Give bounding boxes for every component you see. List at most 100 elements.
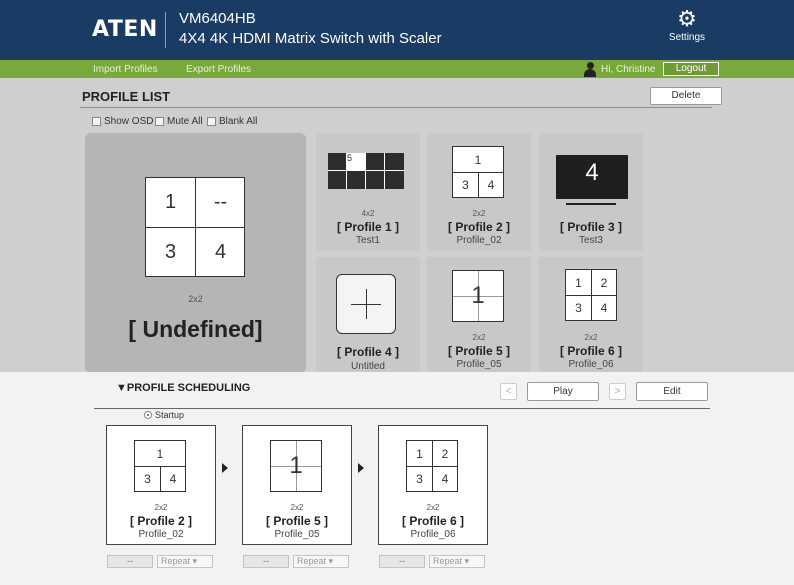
screen-cell: 4 bbox=[585, 159, 599, 186]
blank-all-option[interactable]: Blank All bbox=[207, 116, 257, 127]
startup-option[interactable]: Startup bbox=[144, 410, 184, 420]
repeat-value: Repeat bbox=[297, 556, 327, 566]
blank-all-checkbox[interactable] bbox=[207, 117, 216, 126]
aten-logo: ATEN bbox=[92, 17, 158, 42]
logout-button[interactable]: Logout bbox=[663, 62, 719, 76]
screen-cell: 4 bbox=[600, 301, 608, 315]
device-description: 4X4 4K HDMI Matrix Switch with Scaler bbox=[179, 30, 442, 47]
duration-input[interactable]: -- bbox=[243, 555, 289, 568]
profile-label: Profile_06 bbox=[568, 359, 614, 370]
next-button[interactable]: > bbox=[609, 383, 626, 400]
scheduling-title[interactable]: ▼PROFILE SCHEDULING bbox=[116, 382, 250, 394]
screen-cell: 3 bbox=[575, 301, 582, 315]
layout-size: 2x2 bbox=[472, 209, 486, 218]
layout-preview: 1 bbox=[270, 440, 322, 492]
profile-name: [ Profile 1 ] bbox=[336, 220, 399, 234]
profile-label: Profile_05 bbox=[456, 359, 502, 370]
repeat-value: Repeat bbox=[433, 556, 463, 566]
profile-card-3[interactable]: 4 [ Profile 3 ] Test3 bbox=[539, 133, 643, 251]
profile-name: [ Profile 6 ] bbox=[559, 344, 622, 358]
schedule-card[interactable]: 1 2 3 4 2x2 [ Profile 6 ] Profile_06 bbox=[378, 425, 488, 545]
header-divider bbox=[165, 12, 166, 48]
export-profiles-link[interactable]: Export Profiles bbox=[186, 64, 251, 75]
show-osd-option[interactable]: Show OSD bbox=[92, 116, 153, 127]
delete-button[interactable]: Delete bbox=[650, 87, 722, 105]
show-osd-checkbox[interactable] bbox=[92, 117, 101, 126]
add-profile-icon bbox=[336, 274, 396, 334]
screen-cell: 3 bbox=[462, 178, 469, 192]
settings-label: Settings bbox=[668, 32, 706, 43]
profile-name: [ Profile 3 ] bbox=[559, 220, 622, 234]
profile-name: [ Profile 2 ] bbox=[447, 220, 510, 234]
profile-label: Profile_02 bbox=[456, 235, 502, 246]
profile-name: [ Profile 2 ] bbox=[129, 514, 192, 528]
chevron-down-icon: ▾ bbox=[464, 556, 470, 566]
duration-input[interactable]: -- bbox=[379, 555, 425, 568]
prev-button[interactable]: < bbox=[500, 383, 517, 400]
layout-preview: 5 bbox=[328, 153, 404, 189]
layout-preview: 1 2 3 4 bbox=[565, 269, 617, 321]
layout-size: 2x2 bbox=[188, 294, 203, 304]
schedule-card[interactable]: 1 3 4 2x2 [ Profile 2 ] Profile_02 bbox=[106, 425, 216, 545]
profile-name: [ Profile 5 ] bbox=[447, 344, 510, 358]
repeat-select[interactable]: Repeat ▾ bbox=[157, 555, 213, 568]
screen-cell: 1 bbox=[575, 275, 582, 290]
selected-profile-name: [ Undefined] bbox=[128, 316, 263, 342]
profile-label: Test3 bbox=[579, 235, 603, 246]
profile-name: [ Profile 4 ] bbox=[336, 345, 399, 359]
layout-size: 2x2 bbox=[154, 503, 168, 512]
mute-all-checkbox[interactable] bbox=[155, 117, 164, 126]
scheduling-divider bbox=[94, 408, 710, 409]
screen-cell: 3 bbox=[164, 241, 177, 263]
profile-card-5[interactable]: 1 2x2 [ Profile 5 ] Profile_05 bbox=[427, 257, 531, 372]
layout-size: 2x2 bbox=[472, 333, 486, 342]
show-osd-label: Show OSD bbox=[104, 116, 154, 127]
repeat-value: Repeat bbox=[161, 556, 191, 566]
screen-cell: 1 bbox=[164, 191, 177, 213]
top-header: ATEN VM6404HB 4X4 4K HDMI Matrix Switch … bbox=[0, 0, 794, 60]
screen-cell: 2 bbox=[600, 275, 608, 290]
layout-preview: 1 -- 3 4 bbox=[145, 177, 245, 277]
screen-cell: 4 bbox=[441, 472, 449, 486]
profile-card-6[interactable]: 1 2 3 4 2x2 [ Profile 6 ] Profile_06 bbox=[539, 257, 643, 372]
device-model: VM6404HB bbox=[179, 10, 256, 27]
screen-cell: 1 bbox=[471, 282, 485, 309]
layout-size: 2x2 bbox=[584, 333, 598, 342]
mute-all-label: Mute All bbox=[167, 116, 203, 127]
selected-profile-card[interactable]: 1 -- 3 4 2x2 [ Undefined] bbox=[85, 133, 306, 373]
duration-input[interactable]: -- bbox=[107, 555, 153, 568]
startup-radio[interactable] bbox=[144, 411, 152, 419]
profile-card-2[interactable]: 1 3 4 2x2 [ Profile 2 ] Profile_02 bbox=[427, 133, 531, 251]
profile-card-4[interactable]: [ Profile 4 ] Untitled bbox=[316, 257, 420, 372]
layout-preview: 1 2 3 4 bbox=[406, 440, 458, 492]
edit-button[interactable]: Edit bbox=[636, 382, 708, 401]
schedule-card[interactable]: 1 2x2 [ Profile 5 ] Profile_05 bbox=[242, 425, 352, 545]
screen-cell: 1 bbox=[289, 452, 303, 479]
sequence-arrow-icon bbox=[222, 463, 228, 473]
chevron-down-icon: ▾ bbox=[328, 556, 334, 566]
blank-all-label: Blank All bbox=[219, 116, 258, 127]
play-button[interactable]: Play bbox=[527, 382, 599, 401]
layout-size: 2x2 bbox=[290, 503, 304, 512]
layout-preview: 4 bbox=[556, 155, 628, 199]
screen-cell: 2 bbox=[441, 446, 449, 461]
screen-cell: 3 bbox=[416, 472, 423, 486]
screen-cell: 1 bbox=[416, 446, 423, 461]
chevron-down-icon: ▾ bbox=[192, 556, 198, 566]
profile-card-1[interactable]: 5 4x2 [ Profile 1 ] Test1 bbox=[316, 133, 420, 251]
repeat-select[interactable]: Repeat ▾ bbox=[429, 555, 485, 568]
mute-all-option[interactable]: Mute All bbox=[155, 116, 203, 127]
import-profiles-link[interactable]: Import Profiles bbox=[93, 64, 157, 75]
profile-name: [ Profile 5 ] bbox=[265, 514, 328, 528]
screen-cell: 4 bbox=[169, 472, 177, 486]
settings-button[interactable]: ⚙ Settings bbox=[665, 8, 709, 44]
screen-cell: -- bbox=[213, 191, 228, 213]
profile-list-title: PROFILE LIST bbox=[82, 89, 171, 104]
profile-name: [ Profile 6 ] bbox=[401, 514, 464, 528]
repeat-select[interactable]: Repeat ▾ bbox=[293, 555, 349, 568]
profile-label: Untitled bbox=[351, 361, 385, 372]
screen-cell: 4 bbox=[487, 178, 495, 192]
screen-cell: 4 bbox=[214, 241, 227, 263]
scheduling-title-text: PROFILE SCHEDULING bbox=[126, 382, 251, 394]
screen-cell: 5 bbox=[347, 153, 365, 170]
